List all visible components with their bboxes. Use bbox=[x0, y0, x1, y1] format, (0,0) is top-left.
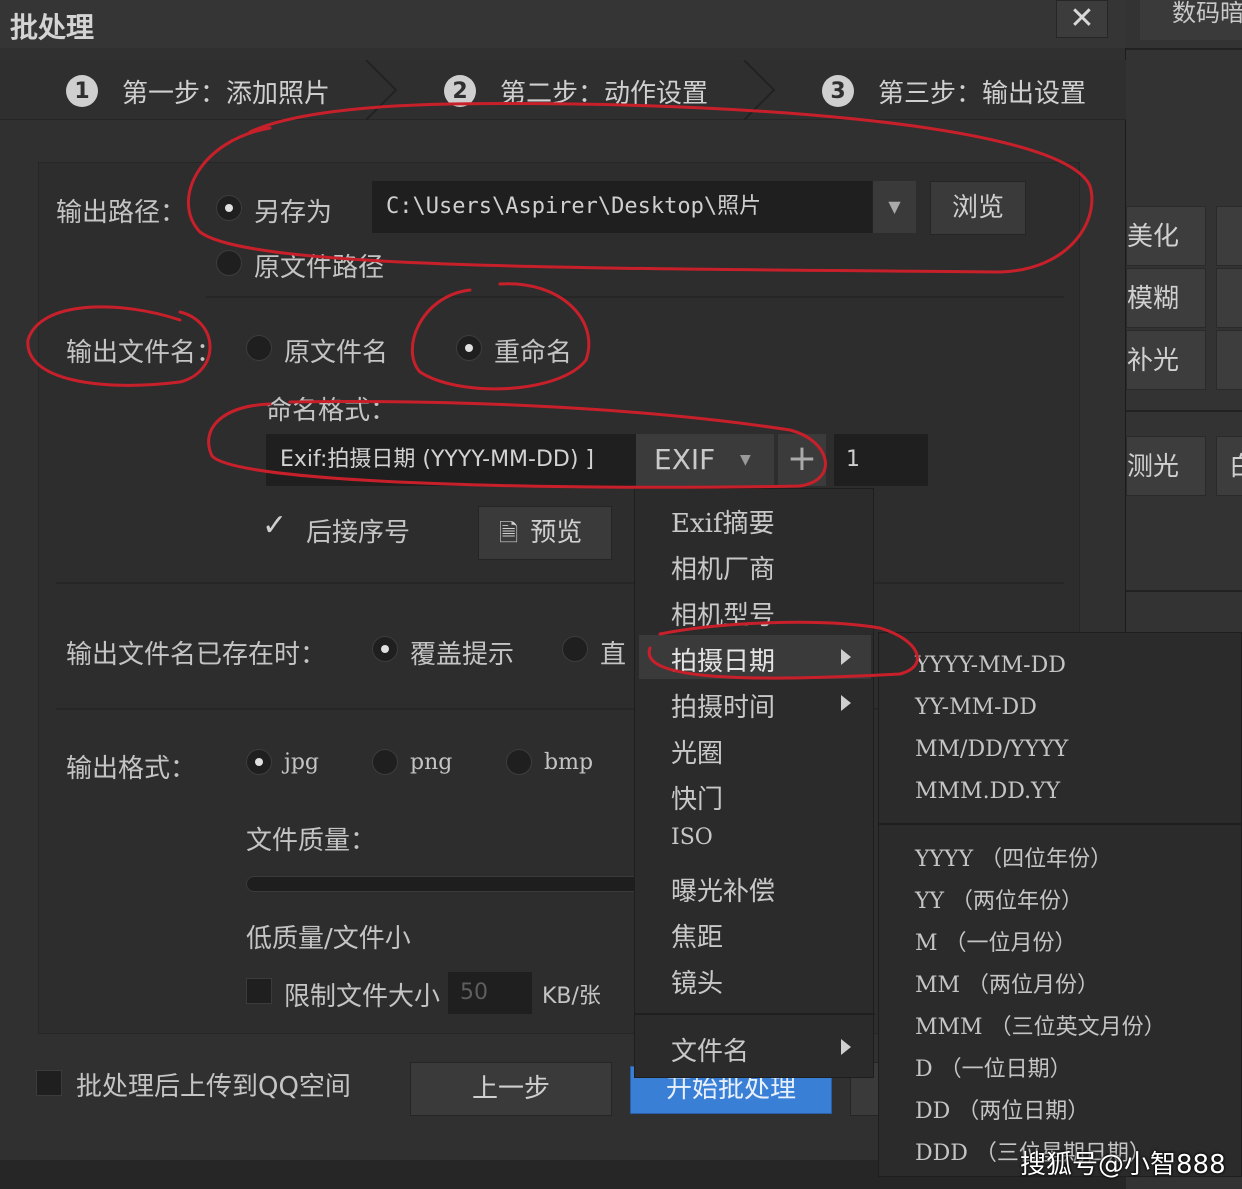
date-token-item[interactable]: YY （两位年份） bbox=[915, 883, 1083, 915]
format-jpg-radio[interactable] bbox=[246, 749, 272, 775]
exif-button-label: EXIF bbox=[654, 443, 716, 476]
date-format-item[interactable]: YY-MM-DD bbox=[915, 695, 1037, 720]
menu-item-focal-length[interactable]: 焦距 bbox=[671, 917, 723, 954]
file-exists-label: 输出文件名已存在时： bbox=[66, 640, 327, 670]
original-path-radio[interactable] bbox=[216, 250, 242, 276]
preview-label: 预览 bbox=[530, 518, 583, 548]
output-filename-label: 输出文件名： bbox=[66, 338, 223, 368]
format-png-label: png bbox=[410, 750, 453, 775]
date-token-item[interactable]: D （一位日期） bbox=[915, 1051, 1072, 1083]
date-format-item[interactable]: MMM.DD.YY bbox=[915, 779, 1060, 804]
exists-option-2-label: 直 bbox=[600, 640, 627, 670]
menu-item-lens[interactable]: 镜头 bbox=[671, 963, 723, 1000]
original-path-label: 原文件路径 bbox=[254, 253, 385, 283]
rename-label: 重命名 bbox=[494, 338, 573, 368]
menu-item-shutter[interactable]: 快门 bbox=[671, 779, 723, 816]
background-button-stub[interactable] bbox=[1216, 268, 1242, 328]
menu-item-iso[interactable]: ISO bbox=[671, 825, 713, 850]
date-token-item[interactable]: M （一位月份） bbox=[915, 925, 1077, 957]
upload-qq-label: 批处理后上传到QQ空间 bbox=[76, 1072, 351, 1102]
naming-format-input[interactable]: Exif:拍摄日期 (YYYY-MM-DD) ] bbox=[266, 434, 636, 486]
submenu-arrow-icon bbox=[841, 695, 851, 711]
sequence-start-input[interactable]: 1 bbox=[834, 434, 928, 486]
section-divider bbox=[206, 296, 1064, 298]
menu-item-exif-summary[interactable]: Exif摘要 bbox=[671, 503, 775, 540]
menu-item-aperture[interactable]: 光圈 bbox=[671, 733, 723, 770]
menu-item-exposure-comp[interactable]: 曝光补偿 bbox=[671, 871, 775, 908]
save-as-label: 另存为 bbox=[254, 198, 333, 228]
path-dropdown-button[interactable]: ▼ bbox=[872, 181, 916, 233]
overwrite-prompt-radio[interactable] bbox=[372, 636, 398, 662]
exif-dropdown-button[interactable]: EXIF ▼ bbox=[636, 434, 774, 486]
menu-item-shoot-date[interactable]: 拍摄日期 bbox=[671, 641, 775, 678]
date-format-item[interactable]: MM/DD/YYYY bbox=[915, 737, 1068, 762]
append-seq-label: 后接序号 bbox=[306, 518, 411, 548]
watermark: 搜狐号@小智888 bbox=[1020, 1150, 1226, 1180]
rename-radio[interactable] bbox=[456, 335, 482, 361]
menu-item-camera-maker[interactable]: 相机厂商 bbox=[671, 549, 775, 586]
naming-format-label: 命名格式： bbox=[266, 396, 397, 426]
fill-light-button[interactable]: 补光 bbox=[1126, 330, 1206, 390]
blur-button[interactable]: 模糊 bbox=[1126, 268, 1206, 328]
dialog-title: 批处理 bbox=[10, 11, 95, 44]
background-button-stub[interactable] bbox=[1216, 330, 1242, 390]
upload-qq-checkbox[interactable] bbox=[36, 1070, 62, 1096]
section-divider bbox=[56, 582, 1064, 584]
date-token-item[interactable]: YYYY （四位年份） bbox=[915, 841, 1112, 873]
output-format-label: 输出格式： bbox=[66, 754, 197, 784]
submenu-arrow-icon bbox=[841, 1039, 851, 1055]
format-bmp-label: bmp bbox=[544, 750, 594, 775]
limit-size-label: 限制文件大小 bbox=[284, 982, 441, 1012]
beautify-button[interactable]: 美化 bbox=[1126, 206, 1206, 266]
overwrite-prompt-label: 覆盖提示 bbox=[410, 640, 515, 670]
date-token-item[interactable]: MMM （三位英文月份） bbox=[915, 1009, 1166, 1041]
exists-option-2-radio[interactable] bbox=[562, 636, 588, 662]
date-format-item[interactable]: YYYY-MM-DD bbox=[915, 653, 1066, 678]
step-chevrons bbox=[365, 60, 776, 120]
low-quality-label: 低质量/文件小 bbox=[246, 924, 411, 954]
add-token-button[interactable]: + bbox=[778, 434, 826, 486]
submenu-arrow-icon bbox=[841, 649, 851, 665]
quality-slider[interactable] bbox=[246, 876, 642, 892]
exif-menu: Exif摘要 相机厂商 相机型号 拍摄日期 拍摄时间 光圈 快门 ISO 曝光补… bbox=[634, 488, 875, 1078]
chevron-down-icon: ▼ bbox=[740, 452, 751, 468]
background-title-fragment: 数码暗 bbox=[1140, 0, 1242, 40]
close-button[interactable]: ✕ bbox=[1056, 0, 1108, 38]
dialog-titlebar: 批处理 ✕ bbox=[0, 0, 1126, 48]
menu-separator bbox=[635, 1013, 875, 1015]
white-button[interactable]: 白 bbox=[1216, 436, 1242, 496]
append-seq-checkbox[interactable]: ✓ bbox=[262, 508, 287, 543]
menu-separator bbox=[879, 823, 1242, 825]
browse-button[interactable]: 浏览 bbox=[930, 181, 1026, 235]
metering-button[interactable]: 测光 bbox=[1126, 436, 1206, 496]
menu-item-shoot-time[interactable]: 拍摄时间 bbox=[671, 687, 775, 724]
original-name-label: 原文件名 bbox=[284, 338, 389, 368]
background-button-stub[interactable] bbox=[1216, 206, 1242, 266]
format-png-radio[interactable] bbox=[372, 749, 398, 775]
save-as-radio[interactable] bbox=[216, 195, 242, 221]
output-path-input[interactable]: C:\Users\Aspirer\Desktop\照片 bbox=[372, 181, 872, 233]
preview-button[interactable]: 🗎 预览 bbox=[478, 506, 612, 560]
size-unit-label: KB/张 bbox=[542, 984, 601, 1009]
date-token-item[interactable]: MM （两位月份） bbox=[915, 967, 1099, 999]
size-limit-input[interactable]: 50 bbox=[448, 972, 532, 1014]
file-quality-label: 文件质量： bbox=[246, 826, 377, 856]
step-bar: 1 第一步：添加照片 2 第二步：动作设置 3 第三步：输出设置 bbox=[0, 60, 1126, 120]
date-format-submenu: YYYY-MM-DD YY-MM-DD MM/DD/YYYY MMM.DD.YY… bbox=[878, 632, 1242, 1177]
output-path-label: 输出路径： bbox=[56, 198, 187, 228]
prev-step-button[interactable]: 上一步 bbox=[410, 1062, 612, 1116]
format-bmp-radio[interactable] bbox=[506, 749, 532, 775]
menu-item-filename[interactable]: 文件名 bbox=[671, 1031, 749, 1068]
format-jpg-label: jpg bbox=[284, 750, 319, 775]
menu-item-camera-model[interactable]: 相机型号 bbox=[671, 595, 775, 632]
date-token-item[interactable]: DD （两位日期） bbox=[915, 1093, 1089, 1125]
original-name-radio[interactable] bbox=[246, 335, 272, 361]
limit-size-checkbox[interactable] bbox=[246, 978, 272, 1004]
preview-icon: 🗎 bbox=[499, 519, 519, 547]
